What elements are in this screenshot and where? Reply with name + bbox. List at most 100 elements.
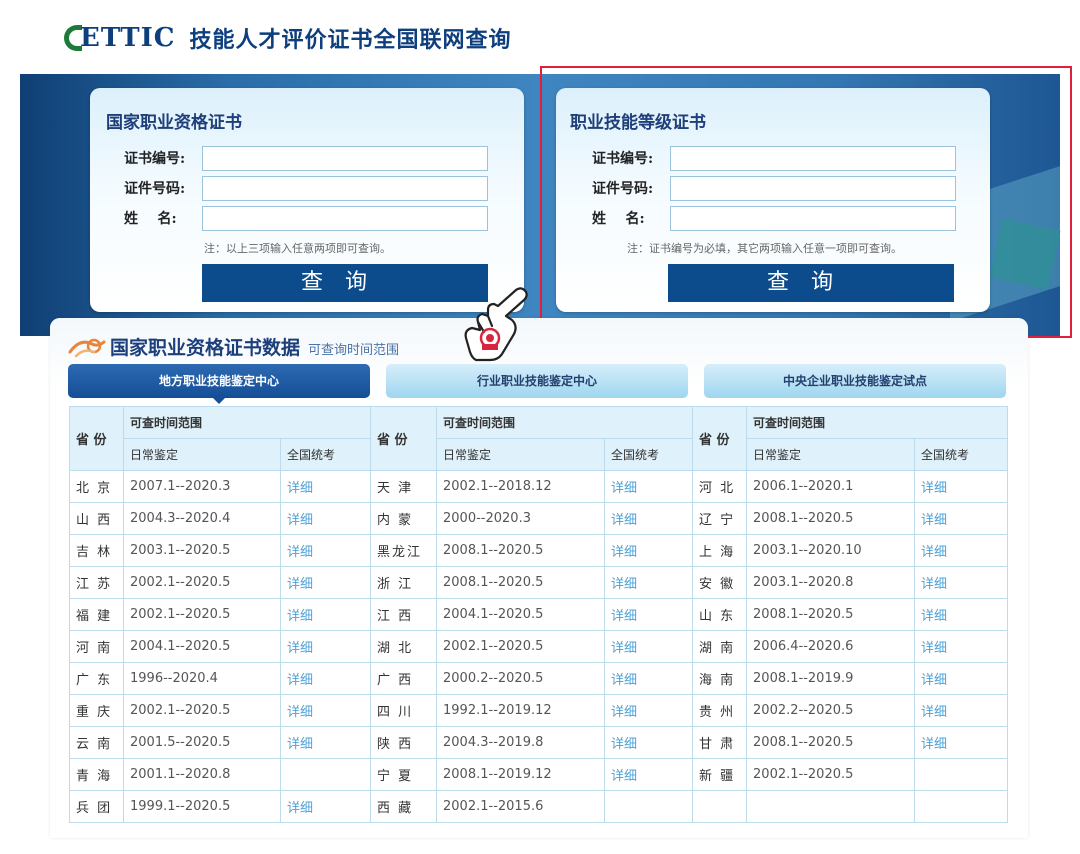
detail-link[interactable]: 详细 <box>279 502 372 535</box>
detail-link <box>914 758 1009 791</box>
province-cell: 湖 北 <box>370 630 438 663</box>
panel-subtitle: 可查询时间范围 <box>308 343 400 358</box>
id-number-label: 证件号码: <box>124 181 186 197</box>
cert-number-input[interactable] <box>202 145 488 171</box>
province-cell: 福 建 <box>69 598 124 631</box>
cert-number-label: 证书编号: <box>124 151 186 167</box>
table-row: 重 庆 2002.1--2020.5 详细四 川 1992.1--2019.12 详细贵… <box>69 694 1009 727</box>
province-cell: 河 北 <box>692 470 748 503</box>
province-cell: 山 西 <box>69 502 124 535</box>
date-range-cell: 2004.3--2019.8 <box>436 726 606 759</box>
province-cell: 吉 林 <box>69 534 124 567</box>
date-range-cell: 2002.1--2020.5 <box>746 758 916 791</box>
detail-link[interactable]: 详细 <box>914 662 1009 695</box>
query-button[interactable]: 查询 <box>668 264 954 302</box>
detail-link[interactable]: 详细 <box>604 726 694 759</box>
province-cell: 四 川 <box>370 694 438 727</box>
detail-link[interactable]: 详细 <box>604 598 694 631</box>
detail-link[interactable]: 详细 <box>604 662 694 695</box>
detail-link[interactable]: 详细 <box>279 726 372 759</box>
banner-decoration <box>989 218 1061 290</box>
detail-link[interactable]: 详细 <box>604 630 694 663</box>
province-cell: 天 津 <box>370 470 438 503</box>
detail-link[interactable]: 详细 <box>914 598 1009 631</box>
detail-link[interactable]: 详细 <box>604 758 694 791</box>
province-header: 省 份 <box>69 406 124 471</box>
date-range-cell: 2002.1--2020.5 <box>436 630 606 663</box>
date-range-cell: 2004.1--2020.5 <box>436 598 606 631</box>
date-range-cell: 2008.1--2019.9 <box>746 662 916 695</box>
date-range-cell: 2001.1--2020.8 <box>123 758 281 791</box>
cert-number-row: 证书编号: <box>592 145 956 171</box>
detail-link[interactable]: 详细 <box>914 470 1009 503</box>
daily-header: 日常鉴定 <box>123 438 281 471</box>
detail-link[interactable]: 详细 <box>279 534 372 567</box>
detail-link[interactable]: 详细 <box>914 630 1009 663</box>
date-range-cell: 2008.1--2019.12 <box>436 758 606 791</box>
range-header: 可查时间范围 <box>436 406 694 439</box>
tab-local-centers[interactable]: 地方职业技能鉴定中心 <box>68 364 370 404</box>
name-input[interactable] <box>202 205 488 231</box>
detail-link[interactable]: 详细 <box>279 694 372 727</box>
table-row: 青 海 2001.1--2020.8 宁 夏 2008.1--2019.12 详细新 疆… <box>69 758 1009 791</box>
date-range-cell: 2000.2--2020.5 <box>436 662 606 695</box>
date-range-cell: 2008.1--2020.5 <box>436 566 606 599</box>
detail-link[interactable]: 详细 <box>279 662 372 695</box>
province-cell <box>692 790 748 823</box>
national-header: 全国统考 <box>604 438 694 471</box>
province-cell: 内 蒙 <box>370 502 438 535</box>
province-cell: 江 西 <box>370 598 438 631</box>
date-range-cell <box>746 790 916 823</box>
detail-link[interactable]: 详细 <box>279 470 372 503</box>
name-input[interactable] <box>670 205 956 231</box>
national-qualification-card: 国家职业资格证书 证书编号: 证件号码: 姓 名: 注：以上三项输入任意两项即可… <box>90 88 524 312</box>
detail-link[interactable]: 详细 <box>279 630 372 663</box>
detail-link[interactable]: 详细 <box>604 534 694 567</box>
date-range-cell: 2002.1--2015.6 <box>436 790 606 823</box>
date-range-cell: 2002.2--2020.5 <box>746 694 916 727</box>
cert-number-input[interactable] <box>670 145 956 171</box>
daily-header: 日常鉴定 <box>436 438 606 471</box>
skill-level-card: 职业技能等级证书 证书编号: 证件号码: 姓 名: 注：证书编号为必填，其它两项… <box>556 88 990 312</box>
province-cell: 上 海 <box>692 534 748 567</box>
province-cell: 甘 肃 <box>692 726 748 759</box>
table-row: 云 南 2001.5--2020.5 详细陕 西 2004.3--2019.8 详细甘 … <box>69 726 1009 759</box>
province-cell: 辽 宁 <box>692 502 748 535</box>
id-number-input[interactable] <box>670 175 956 201</box>
detail-link[interactable]: 详细 <box>604 694 694 727</box>
detail-link[interactable]: 详细 <box>914 502 1009 535</box>
detail-link[interactable]: 详细 <box>914 566 1009 599</box>
detail-link[interactable]: 详细 <box>604 566 694 599</box>
national-header: 全国统考 <box>914 438 1009 471</box>
province-cell: 兵 团 <box>69 790 124 823</box>
detail-link[interactable]: 详细 <box>604 470 694 503</box>
detail-link[interactable]: 详细 <box>604 502 694 535</box>
table-row: 广 东 1996--2020.4 详细广 西 2000.2--2020.5 详细海 南2… <box>69 662 1009 695</box>
detail-link <box>914 790 1009 823</box>
detail-link[interactable]: 详细 <box>914 694 1009 727</box>
province-cell: 重 庆 <box>69 694 124 727</box>
province-cell: 北 京 <box>69 470 124 503</box>
id-number-input[interactable] <box>202 175 488 201</box>
detail-link[interactable]: 详细 <box>279 790 372 823</box>
table-row: 吉 林 2003.1--2020.5 详细 黑龙江 2008.1--2020.5 详细上 … <box>69 534 1009 567</box>
query-button[interactable]: 查询 <box>202 264 488 302</box>
province-cell: 云 南 <box>69 726 124 759</box>
date-range-cell: 2007.1--2020.3 <box>123 470 281 503</box>
detail-link <box>279 758 372 791</box>
ettic-logo[interactable]: ETTIC <box>64 23 175 53</box>
date-range-cell: 1999.1--2020.5 <box>123 790 281 823</box>
date-range-cell: 2002.1--2018.12 <box>436 470 606 503</box>
detail-link[interactable]: 详细 <box>914 726 1009 759</box>
date-range-cell: 1996--2020.4 <box>123 662 281 695</box>
date-range-cell: 2002.1--2020.5 <box>123 566 281 599</box>
tab-industry-centers[interactable]: 行业职业技能鉴定中心 <box>386 364 688 398</box>
province-data-table: 省 份 可查时间范围 省 份 可查时间范围 省 份 可查时间范围 日常鉴定 全国… <box>69 406 1009 823</box>
detail-link[interactable]: 详细 <box>279 566 372 599</box>
province-cell: 山 东 <box>692 598 748 631</box>
tab-central-enterprise[interactable]: 中央企业职业技能鉴定试点 <box>704 364 1006 398</box>
table-row: 北 京 2007.1--2020.3 详细天 津 2002.1--2018.12 详细河… <box>69 470 1009 503</box>
detail-link[interactable]: 详细 <box>279 598 372 631</box>
province-header: 省 份 <box>370 406 438 471</box>
detail-link[interactable]: 详细 <box>914 534 1009 567</box>
